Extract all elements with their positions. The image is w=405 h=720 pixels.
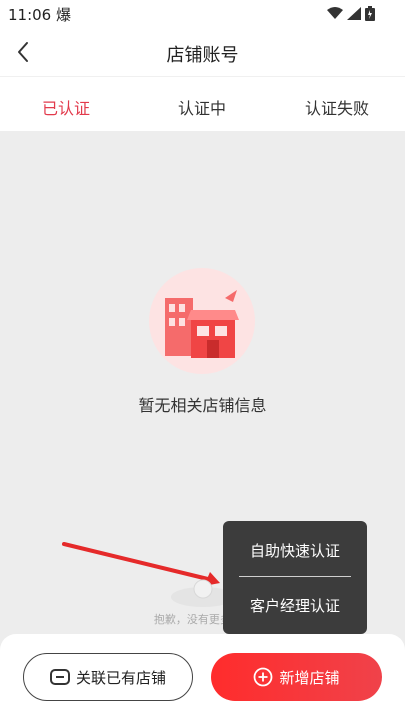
link-icon [49, 668, 70, 686]
status-bar: 11:06 爆 [0, 0, 405, 28]
plus-circle-icon [253, 667, 273, 687]
menu-item-self-verify[interactable]: 自助快速认证 [223, 540, 367, 561]
page-title: 店铺账号 [166, 45, 239, 66]
add-shop-button[interactable]: 新增店铺 [211, 653, 382, 701]
popup-menu: 自助快速认证 客户经理认证 [223, 521, 367, 634]
tab-failed[interactable]: 认证失败 [305, 95, 369, 119]
signal-icon [347, 7, 361, 20]
tab-verifying[interactable]: 认证中 [178, 95, 226, 119]
bottom-action-bar: 关联已有店铺 新增店铺 [0, 634, 405, 720]
nav-bar: 店铺账号 [0, 28, 405, 76]
tab-verified[interactable]: 已认证 [42, 95, 90, 119]
empty-message: 暂无相关店铺信息 [138, 396, 267, 415]
add-shop-label: 新增店铺 [279, 668, 340, 687]
status-icons [327, 6, 375, 21]
menu-item-manager-verify[interactable]: 客户经理认证 [223, 595, 367, 616]
menu-divider [239, 576, 351, 577]
wifi-icon [327, 7, 343, 19]
status-time: 11:06 爆 [8, 6, 71, 24]
tab-bar: 已认证 认证中 认证失败 [0, 76, 405, 131]
link-existing-shop-button[interactable]: 关联已有店铺 [23, 653, 193, 701]
link-existing-shop-label: 关联已有店铺 [75, 668, 166, 687]
shop-illustration-icon [149, 268, 255, 374]
battery-icon [365, 6, 375, 21]
